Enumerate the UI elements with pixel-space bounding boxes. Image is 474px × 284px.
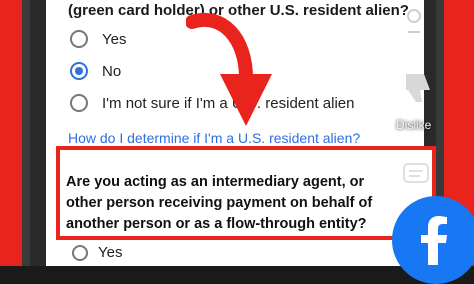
- dislike-icon[interactable]: [398, 68, 438, 108]
- radio-not-sure[interactable]: [70, 94, 88, 112]
- option-no-label: No: [102, 62, 122, 80]
- facebook-logo: [392, 196, 474, 284]
- question2-yes-label: Yes: [98, 244, 123, 261]
- red-arrow-icon: [186, 12, 272, 126]
- radio-yes[interactable]: [70, 30, 88, 48]
- option-yes-label: Yes: [102, 30, 127, 48]
- option-yes[interactable]: Yes: [70, 30, 126, 48]
- option-no[interactable]: No: [70, 62, 121, 80]
- dislike-label: Dislike: [396, 118, 432, 132]
- left-red-border: [0, 0, 22, 266]
- share-icon[interactable]: [402, 8, 426, 38]
- radio-question2-yes[interactable]: [72, 244, 88, 261]
- comments-icon[interactable]: [402, 162, 432, 190]
- intermediary-agent-question: Are you acting as an intermediary agent,…: [66, 174, 373, 232]
- facebook-f-icon: [421, 216, 447, 265]
- radio-no-selected[interactable]: [70, 62, 88, 80]
- question2-option-yes[interactable]: Yes: [72, 244, 122, 261]
